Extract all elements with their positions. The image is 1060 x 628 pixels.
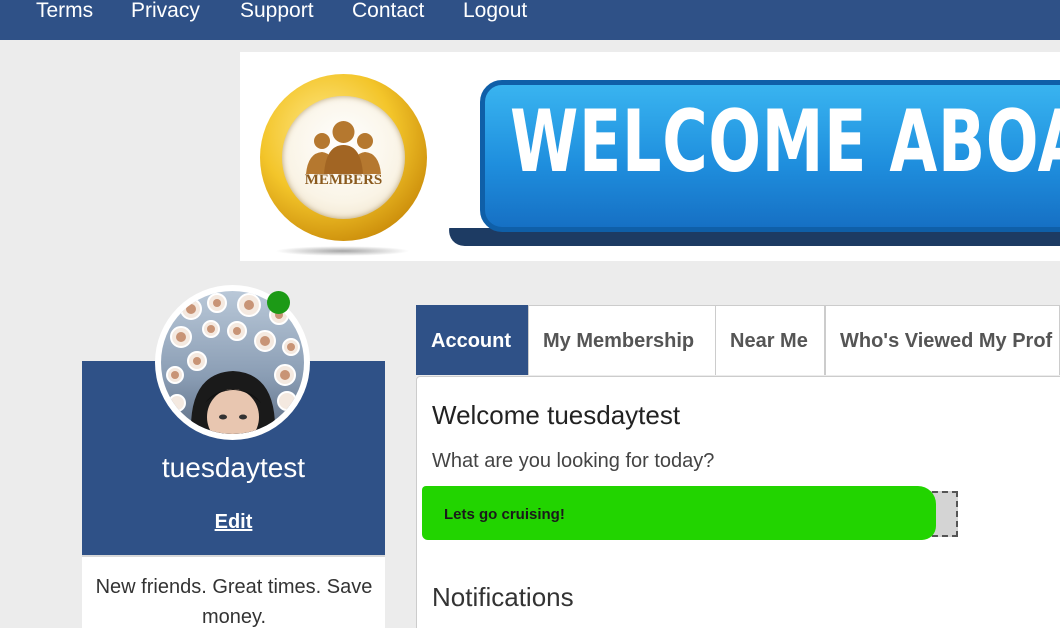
medal-center: MEMBERS: [282, 96, 405, 219]
medal-shadow: [275, 246, 410, 256]
welcome-heading: Welcome tuesdaytest: [432, 400, 681, 430]
nav-privacy-link[interactable]: Privacy: [131, 0, 200, 23]
nav-terms-link[interactable]: Terms: [36, 0, 93, 23]
profile-tagline: New friends. Great times. Save money.: [95, 576, 373, 628]
notifications-heading: Notifications: [432, 582, 574, 612]
tab-whos-viewed[interactable]: Who's Viewed My Prof: [825, 305, 1060, 375]
tab-account[interactable]: Account: [416, 305, 528, 375]
looking-for-question: What are you looking for today?: [432, 450, 715, 472]
welcome-headline: WELCOME ABOA: [510, 92, 1060, 192]
edit-profile-link[interactable]: Edit: [82, 511, 385, 534]
members-medal-icon: MEMBERS: [260, 74, 427, 241]
status-text[interactable]: Lets go cruising!: [444, 506, 565, 523]
account-tabs: Account My Membership Near Me Who's View…: [416, 305, 1060, 375]
profile-username: tuesdaytest: [161, 452, 306, 483]
online-status-dot: [267, 291, 290, 314]
nav-contact-link[interactable]: Contact: [352, 0, 424, 23]
medal-label: MEMBERS: [304, 172, 383, 188]
people-group-icon: [306, 121, 381, 174]
nav-logout-link[interactable]: Logout: [463, 0, 527, 23]
tab-near-me[interactable]: Near Me: [715, 305, 825, 375]
tab-my-membership[interactable]: My Membership: [528, 305, 716, 375]
welcome-banner: MEMBERS WELCOME ABOA: [240, 52, 1060, 261]
top-nav: Terms Privacy Support Contact Logout: [0, 0, 1060, 40]
nav-support-link[interactable]: Support: [240, 0, 314, 23]
